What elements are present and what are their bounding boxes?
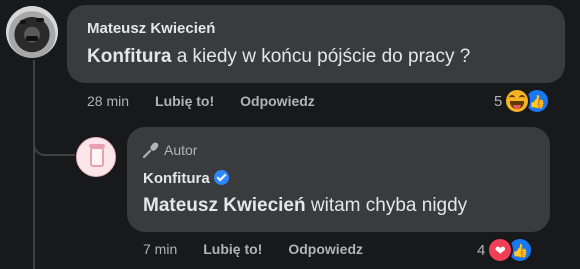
jar-body <box>90 147 104 167</box>
reply-timestamp[interactable]: 7 min <box>143 241 177 257</box>
author-badge: Autor <box>142 140 197 160</box>
comment-text: Konfitura a kiedy w końcu pójście do pra… <box>87 46 470 68</box>
verified-badge-icon <box>213 170 229 185</box>
reaction-count: 5 <box>494 92 503 110</box>
thread-line <box>33 60 35 269</box>
comment-body: a kiedy w końcu pójście do pracy ? <box>171 46 471 67</box>
reaction-summary[interactable]: 4 ❤ 👍 <box>477 237 534 263</box>
thread-connector <box>33 128 75 156</box>
badge-label: Autor <box>164 142 198 158</box>
reply-text: Mateusz Kwiecień witam chyba nigdy <box>143 195 467 217</box>
comment-actions: 28 min Lubię to! Odpowiedz <box>87 93 315 109</box>
love-icon: ❤ <box>487 237 514 263</box>
avatar[interactable] <box>6 6 58 58</box>
haha-icon <box>504 88 531 114</box>
like-button[interactable]: Lubię to! <box>203 241 262 257</box>
reply-author-name[interactable]: Konfitura <box>143 170 210 187</box>
comment-author[interactable]: Mateusz Kwiecień <box>87 20 215 37</box>
microphone-icon <box>142 142 159 159</box>
avatar-detail <box>20 20 26 24</box>
like-button[interactable]: Lubię to! <box>155 93 214 109</box>
reply-body: witam chyba nigdy <box>305 195 468 216</box>
mention-link[interactable]: Konfitura <box>87 46 171 67</box>
comment-timestamp[interactable]: 28 min <box>87 93 129 109</box>
reaction-summary[interactable]: 5 👍 <box>494 88 551 114</box>
mention-link[interactable]: Mateusz Kwiecień <box>143 195 306 216</box>
comment-bubble: Mateusz Kwiecień Konfitura a kiedy w koń… <box>67 5 565 83</box>
reply-actions: 7 min Lubię to! Odpowiedz <box>143 241 363 257</box>
avatar-detail <box>36 18 44 22</box>
reply-avatar[interactable] <box>76 137 116 177</box>
avatar-detail <box>26 36 38 41</box>
reply-author[interactable]: Konfitura <box>143 170 229 187</box>
reaction-count: 4 <box>477 241 486 259</box>
reply-button[interactable]: Odpowiedz <box>288 241 363 257</box>
reply-button[interactable]: Odpowiedz <box>240 93 315 109</box>
